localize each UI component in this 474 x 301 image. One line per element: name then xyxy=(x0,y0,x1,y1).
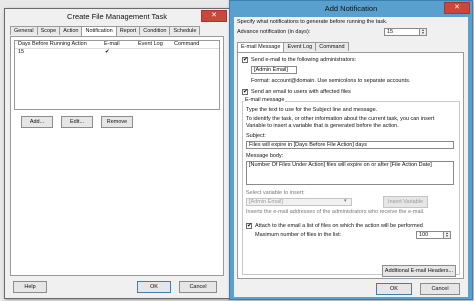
tab-event-log[interactable]: Event Log xyxy=(283,42,317,51)
close-icon: ✕ xyxy=(454,4,460,11)
notification-tab-strip: E-mail Message Event Log Command xyxy=(237,42,349,52)
variable-hint: Inserts the e-mail addresses of the admi… xyxy=(246,209,425,215)
identify-hint-line1: To identify the task, or other informati… xyxy=(246,116,435,122)
tab-notification[interactable]: Notification xyxy=(81,26,117,36)
tab-scope[interactable]: Scope xyxy=(36,26,61,35)
notifications-list[interactable]: Days Before Running Action E-mail Event … xyxy=(14,40,220,110)
cancel-button[interactable]: Cancel xyxy=(179,281,217,293)
tab-schedule[interactable]: Schedule xyxy=(169,26,201,35)
send-users-label: Send an email to users with affected fil… xyxy=(251,89,351,95)
close-icon: ✕ xyxy=(211,12,217,19)
tab-report[interactable]: Report xyxy=(115,26,141,35)
format-hint: Format: account@domain. Use semicolons t… xyxy=(251,78,411,84)
intro-text: Specify what notifications to generate b… xyxy=(237,19,388,25)
send-admins-label: Send e-mail to the following administrat… xyxy=(251,57,357,63)
subject-label: Subject: xyxy=(246,133,266,139)
attach-list-checkbox[interactable]: ✔ xyxy=(246,223,252,229)
advance-notification-label: Advance notification (in days): xyxy=(237,29,311,35)
type-text-hint: Type the text to use for the Subject lin… xyxy=(246,107,378,113)
column-header-days[interactable]: Days Before Running Action xyxy=(18,41,87,47)
chevron-down-icon: ▾ xyxy=(344,198,347,204)
remove-button[interactable]: Remove xyxy=(101,116,133,128)
admin-email-input[interactable]: [Admin Email] xyxy=(251,66,297,74)
message-body-textarea[interactable]: [Number Of Files Under Action] files wil… xyxy=(246,161,454,185)
spinner-down-icon: ▼ xyxy=(421,31,425,35)
tab-action[interactable]: Action xyxy=(59,26,83,35)
max-files-label: Maximum number of files in the list: xyxy=(255,232,342,238)
help-button[interactable]: Help xyxy=(13,281,47,293)
row-days: 15 xyxy=(18,49,25,55)
column-header-event-log[interactable]: Event Log xyxy=(138,41,163,47)
select-variable-label: Select variable to insert: xyxy=(246,190,305,196)
message-body-label: Message body: xyxy=(246,153,284,159)
dialog-title: Create File Management Task xyxy=(67,12,167,21)
email-message-panel: ✔ Send e-mail to the following administr… xyxy=(237,52,464,279)
ok-button[interactable]: OK xyxy=(376,283,412,295)
tab-strip: General Scope Action Notification Report… xyxy=(10,26,201,36)
attach-list-label: Attach to the email a list of files on w… xyxy=(255,223,423,229)
send-admins-checkbox[interactable]: ✔ xyxy=(242,57,248,63)
spinner-down-icon: ▼ xyxy=(445,234,449,238)
dialog-title: Add Notification xyxy=(324,4,378,13)
additional-email-headers-button[interactable]: Additional E-mail Headers... xyxy=(382,265,456,277)
max-files-input[interactable]: 100 xyxy=(416,231,444,239)
tab-command[interactable]: Command xyxy=(315,42,349,51)
send-users-checkbox[interactable]: ✔ xyxy=(242,89,248,95)
add-notification-dialog: Add Notification ✕ Specify what notifica… xyxy=(229,0,473,300)
cancel-button[interactable]: Cancel xyxy=(420,283,460,295)
create-file-management-task-dialog: Create File Management Task ✕ General Sc… xyxy=(4,8,230,299)
email-message-group-label: E-mail message xyxy=(244,97,286,103)
subject-input[interactable]: Files will expire in [Days Before File A… xyxy=(246,141,454,149)
insert-variable-button[interactable]: Insert Variable xyxy=(383,196,428,208)
advance-notification-input[interactable]: 15 xyxy=(384,28,420,36)
tab-condition[interactable]: Condition xyxy=(139,26,171,35)
max-files-spinner[interactable]: ▲ ▼ xyxy=(444,231,451,239)
notification-tab-panel: Days Before Running Action E-mail Event … xyxy=(10,36,224,276)
variable-select[interactable]: [Admin Email] xyxy=(246,198,352,206)
row-email-check: ✔ xyxy=(105,49,110,55)
list-header: Days Before Running Action E-mail Event … xyxy=(15,41,219,49)
tab-email-message[interactable]: E-mail Message xyxy=(237,42,285,52)
close-button[interactable]: ✕ xyxy=(444,2,470,14)
column-header-email[interactable]: E-mail xyxy=(104,41,120,47)
column-header-command[interactable]: Command xyxy=(174,41,199,47)
ok-button[interactable]: OK xyxy=(137,281,171,293)
advance-notification-spinner[interactable]: ▲ ▼ xyxy=(420,28,427,36)
dialog-body: Specify what notifications to generate b… xyxy=(234,17,468,297)
tab-general[interactable]: General xyxy=(10,26,38,35)
add-button[interactable]: Add... xyxy=(21,116,53,128)
close-button[interactable]: ✕ xyxy=(201,10,227,22)
identify-hint-line2: Variable to insert a variable that is ge… xyxy=(246,123,399,129)
table-row[interactable]: 15 ✔ xyxy=(15,49,219,57)
edit-button[interactable]: Edit... xyxy=(61,116,93,128)
